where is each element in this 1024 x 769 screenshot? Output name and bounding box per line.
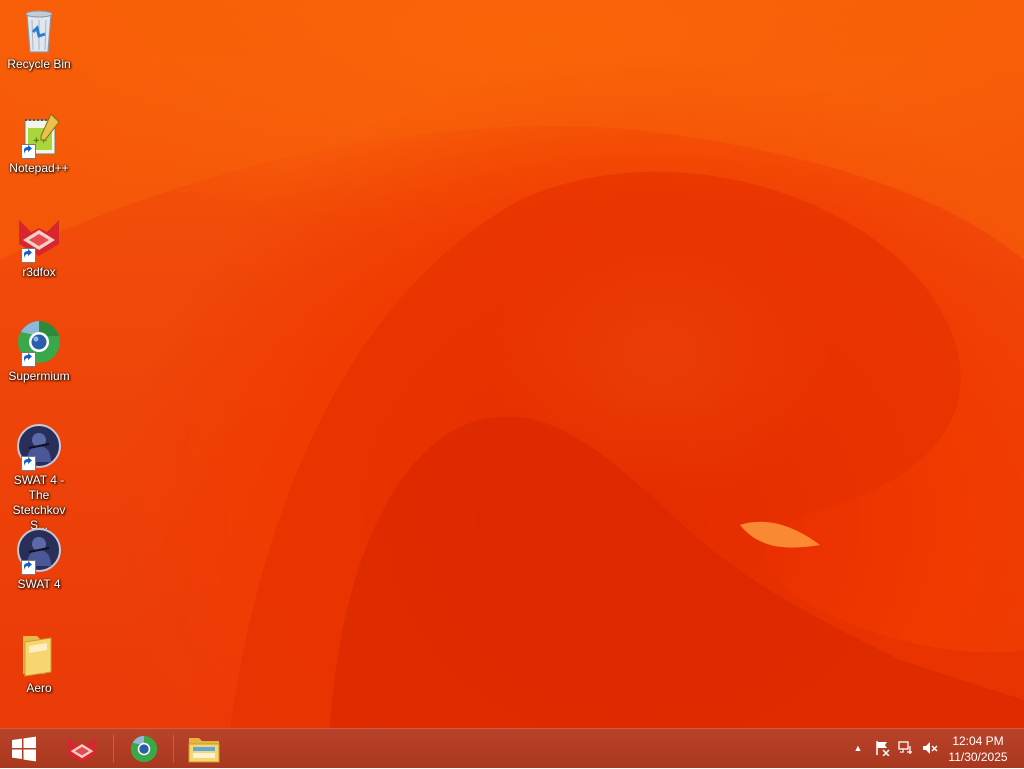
desktop-icon-supermium[interactable]: Supermium	[0, 312, 78, 384]
volume-muted-icon[interactable]	[921, 739, 939, 757]
folder-icon	[15, 630, 63, 678]
start-button[interactable]	[0, 729, 48, 769]
desktop-icon-r3dfox[interactable]: r3dfox	[0, 208, 78, 280]
windows-start-icon	[12, 736, 36, 762]
desktop[interactable]: Recycle Bin ++ Notepad++ r3dfox Supermiu…	[0, 0, 1024, 728]
notepad-plus-plus-icon: ++	[15, 110, 63, 159]
desktop-icon-label: r3dfox	[22, 265, 56, 279]
action-center-flag-icon[interactable]	[873, 739, 891, 757]
desktop-icon-swat4[interactable]: SWAT 4	[0, 520, 78, 592]
taskbar: ▲ 12:04 PM 11/30/2025	[0, 728, 1024, 768]
file-explorer-icon	[188, 738, 220, 763]
recycle-bin-icon	[15, 6, 63, 54]
desktop-icon-label: SWAT 4	[17, 577, 61, 591]
clock-time: 12:04 PM	[952, 734, 1004, 748]
taskbar-pinned-r3dfox[interactable]	[56, 729, 108, 769]
swat4-expansion-icon	[15, 422, 63, 471]
show-hidden-icons-button[interactable]: ▲	[849, 739, 867, 757]
r3dfox-icon	[15, 214, 63, 263]
system-clock[interactable]: 12:04 PM 11/30/2025	[940, 733, 1016, 765]
desktop-icon-label: Recycle Bin	[7, 57, 71, 71]
supermium-icon	[130, 735, 158, 763]
swat4-icon	[15, 526, 63, 575]
clock-date: 11/30/2025	[948, 750, 1008, 764]
desktop-icon-notepad-plus-plus[interactable]: ++ Notepad++	[0, 104, 78, 176]
desktop-icon-recycle-bin[interactable]: Recycle Bin	[0, 0, 78, 72]
r3dfox-icon	[67, 736, 97, 763]
desktop-icon-label: Supermium	[8, 369, 70, 383]
desktop-icon-label: Notepad++	[9, 161, 69, 175]
supermium-icon	[15, 318, 63, 367]
desktop-icon-swat4-expansion[interactable]: SWAT 4 - The Stetchkov S...	[0, 416, 78, 533]
network-icon[interactable]	[897, 739, 915, 757]
taskbar-pinned-file-explorer[interactable]	[178, 729, 230, 769]
desktop-icon-label: Aero	[26, 681, 52, 695]
desktop-icon-aero-folder[interactable]: Aero	[0, 624, 78, 696]
taskbar-pinned-supermium[interactable]	[118, 729, 170, 769]
wallpaper	[0, 0, 1024, 728]
